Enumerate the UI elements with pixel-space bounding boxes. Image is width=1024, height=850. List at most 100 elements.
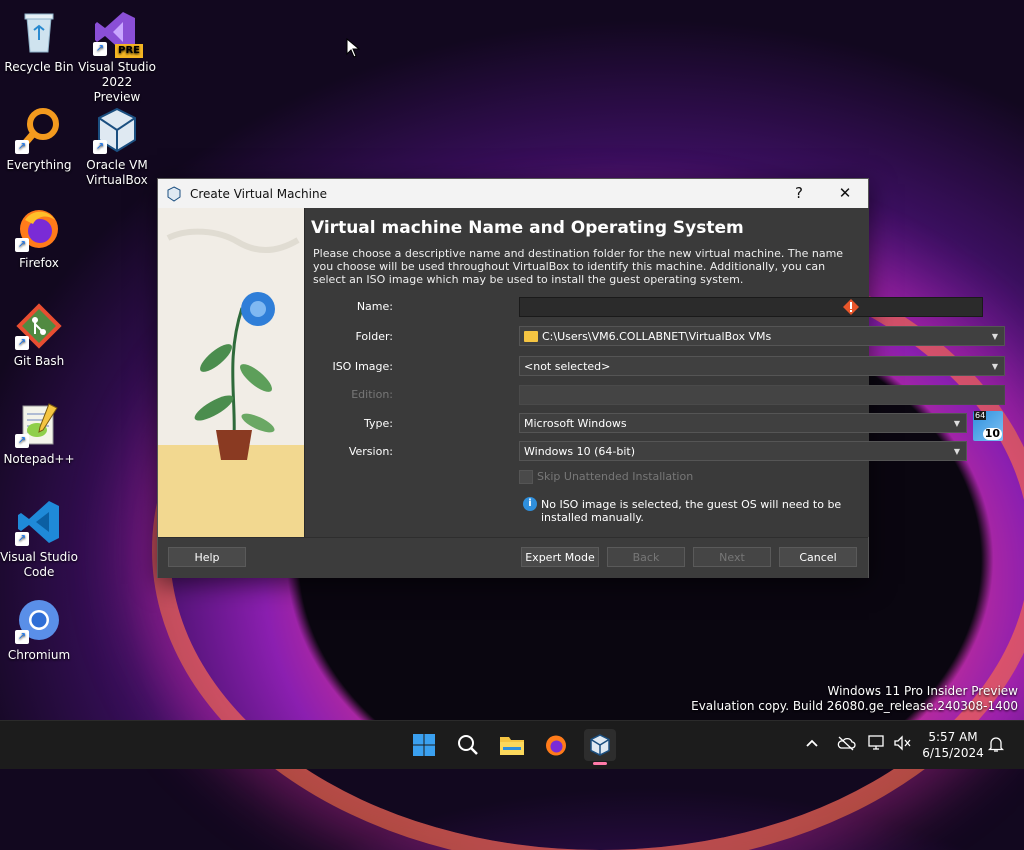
iso-image-label: ISO Image:	[332, 360, 393, 373]
edition-label: Edition:	[351, 388, 393, 401]
page-title: Virtual machine Name and Operating Syste…	[311, 218, 744, 238]
desktop-icon-visual-studio[interactable]: PRE ↗ Visual Studio 2022 Preview	[78, 8, 156, 105]
help-button[interactable]: Help	[168, 547, 246, 567]
wizard-side-image	[158, 208, 304, 537]
watermark-line1: Windows 11 Pro Insider Preview	[827, 684, 1018, 698]
desktop-icon-label: Firefox	[19, 256, 59, 270]
folder-value: C:\Users\VM6.COLLABNET\VirtualBox VMs	[542, 330, 772, 343]
dialog-titlebar[interactable]: Create Virtual Machine ? ✕	[158, 179, 868, 208]
wizard-content: Virtual machine Name and Operating Syste…	[304, 208, 1005, 537]
shortcut-arrow-icon: ↗	[15, 140, 29, 154]
virtualbox-icon	[590, 734, 610, 756]
folder-icon	[524, 331, 538, 342]
visual-studio-icon: PRE ↗	[93, 8, 143, 58]
help-title-button[interactable]: ?	[776, 179, 822, 208]
chevron-down-icon: ▼	[991, 332, 999, 341]
type-label: Type:	[364, 417, 393, 430]
next-button[interactable]: Next	[693, 547, 771, 567]
version-select[interactable]: Windows 10 (64-bit) ▼	[519, 441, 967, 461]
desktop-icon-recycle-bin[interactable]: Recycle Bin	[0, 8, 78, 75]
shortcut-arrow-icon: ↗	[15, 238, 29, 252]
desktop-icon-firefox[interactable]: ↗ Firefox	[0, 204, 78, 271]
version-value: Windows 10 (64-bit)	[524, 445, 635, 458]
folder-label: Folder:	[355, 330, 393, 343]
back-button[interactable]: Back	[607, 547, 685, 567]
network-icon	[868, 735, 884, 750]
tray-overflow-button[interactable]	[804, 735, 820, 783]
iso-image-value: <not selected>	[524, 360, 611, 373]
close-button[interactable]: ✕	[822, 179, 868, 208]
tray-network[interactable]	[868, 735, 886, 783]
desktop-icon-vscode[interactable]: ↗ Visual Studio Code	[0, 498, 78, 580]
chevron-down-icon: ▼	[991, 362, 999, 371]
speaker-muted-icon	[894, 735, 911, 751]
desktop-icon-label: Everything	[6, 158, 72, 172]
desktop-icon-label: Visual Studio 2022 Preview	[78, 60, 156, 104]
firefox-icon	[546, 735, 566, 756]
shortcut-arrow-icon: ↗	[15, 434, 29, 448]
tray-clock[interactable]: 5:57 AM 6/15/2024	[922, 729, 984, 777]
desktop-icon-everything[interactable]: ↗ Everything	[0, 106, 78, 173]
shortcut-arrow-icon: ↗	[15, 630, 29, 644]
start-button[interactable]	[408, 729, 440, 761]
skip-unattended-label: Skip Unattended Installation	[537, 470, 694, 483]
os-windows10-icon: 64 10	[973, 411, 1003, 441]
virtualbox-icon: ↗	[93, 106, 141, 154]
desktop-icon-label: Visual Studio Code	[0, 550, 78, 579]
notifications-button[interactable]	[987, 735, 1005, 783]
version-label: Version:	[348, 445, 393, 458]
taskbar-file-explorer[interactable]	[496, 729, 528, 761]
file-explorer-icon	[500, 737, 524, 755]
bell-icon	[987, 737, 1005, 752]
git-bash-icon: ↗	[15, 302, 63, 350]
tray-volume[interactable]	[894, 735, 912, 783]
active-indicator	[593, 762, 607, 765]
iso-image-select[interactable]: <not selected> ▼	[519, 356, 1005, 376]
desktop-icon-virtualbox[interactable]: ↗ Oracle VM VirtualBox	[78, 106, 156, 188]
edition-select	[519, 385, 1005, 405]
recycle-bin-icon	[15, 8, 63, 56]
desktop-icon-notepadpp[interactable]: ↗ Notepad++	[0, 400, 78, 467]
os-badge-10: 10	[982, 427, 1002, 440]
type-select[interactable]: Microsoft Windows ▼	[519, 413, 967, 433]
chromium-icon: ↗	[15, 596, 63, 644]
taskbar-virtualbox[interactable]	[584, 729, 616, 765]
shortcut-arrow-icon: ↗	[93, 42, 107, 56]
dialog-title: Create Virtual Machine	[190, 186, 327, 201]
expert-mode-button[interactable]: Expert Mode	[521, 547, 599, 567]
page-description: Please choose a descriptive name and des…	[313, 247, 844, 286]
desktop-icon-chromium[interactable]: ↗ Chromium	[0, 596, 78, 663]
skip-unattended-checkbox[interactable]	[519, 470, 533, 484]
cancel-button[interactable]: Cancel	[779, 547, 857, 567]
tray-onedrive[interactable]	[836, 735, 856, 783]
preview-badge: PRE	[115, 44, 143, 58]
desktop-icon-label: Notepad++	[3, 452, 75, 466]
shortcut-arrow-icon: ↗	[93, 140, 107, 154]
taskbar-search-button[interactable]	[452, 729, 484, 761]
os-badge-64: 64	[974, 411, 987, 420]
search-icon	[458, 735, 478, 755]
vscode-icon: ↗	[15, 498, 63, 546]
name-input[interactable]	[519, 297, 983, 317]
type-value: Microsoft Windows	[524, 417, 627, 430]
warning-icon	[843, 299, 859, 315]
taskbar-firefox[interactable]	[540, 729, 572, 761]
info-icon: i	[523, 497, 537, 511]
virtualbox-icon	[166, 185, 182, 202]
name-label: Name:	[356, 300, 393, 313]
shortcut-arrow-icon: ↗	[15, 532, 29, 546]
desktop-icon-label: Git Bash	[13, 354, 65, 368]
folder-select[interactable]: C:\Users\VM6.COLLABNET\VirtualBox VMs ▼	[519, 326, 1005, 346]
desktop-icon-git-bash[interactable]: ↗ Git Bash	[0, 302, 78, 369]
desktop-icon-label: Recycle Bin	[4, 60, 74, 74]
taskbar: 5:57 AM 6/15/2024	[0, 720, 1024, 769]
chevron-down-icon: ▼	[953, 419, 961, 428]
cloud-offline-icon	[837, 736, 856, 751]
desktop-icon-label: Chromium	[7, 648, 71, 662]
mouse-cursor-icon	[346, 37, 361, 61]
chevron-up-icon	[806, 739, 818, 747]
desktop-icon-label: Oracle VM VirtualBox	[86, 158, 148, 187]
watermark-line2: Evaluation copy. Build 26080.ge_release.…	[691, 699, 1018, 713]
clock-time: 5:57 AM	[928, 730, 978, 744]
dialog-footer: Help Expert Mode Back Next Cancel	[158, 537, 868, 578]
